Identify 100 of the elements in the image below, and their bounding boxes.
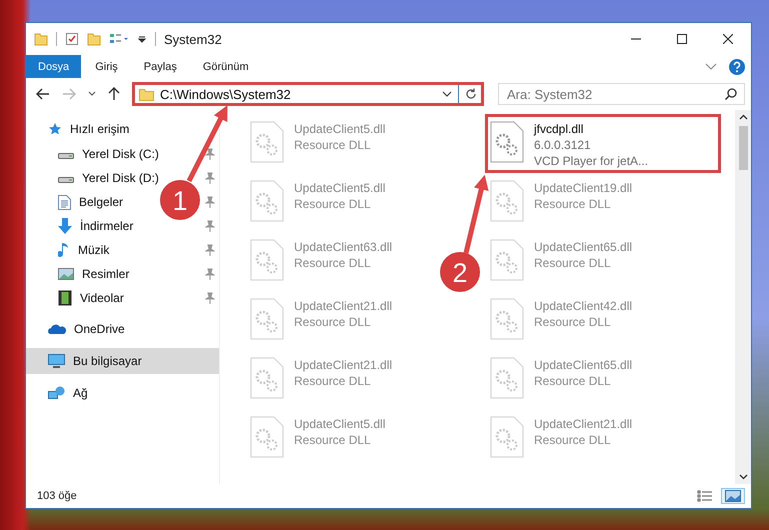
file-detail: Resource DLL	[534, 373, 612, 389]
file-name: UpdateClient21.dll	[294, 357, 392, 373]
sidebar-label: Belgeler	[79, 195, 124, 209]
pin-icon[interactable]	[205, 172, 215, 184]
file-gears-icon	[490, 298, 524, 340]
file-name: UpdateClient5.dll	[294, 180, 386, 196]
file-gears-icon	[490, 239, 524, 281]
file-name: UpdateClient21.dll	[534, 416, 632, 432]
film-icon	[58, 290, 72, 306]
sidebar-item[interactable]: Belgeler	[58, 190, 128, 214]
scrollbar[interactable]	[735, 110, 751, 484]
sidebar-item[interactable]: Ağ	[26, 380, 219, 406]
monitor-icon	[48, 354, 65, 368]
help-icon[interactable]	[729, 58, 745, 74]
file-gears-icon	[250, 298, 284, 340]
up-arrow-icon[interactable]	[108, 87, 120, 101]
file-gears-icon	[250, 357, 284, 399]
file-gears-icon	[490, 416, 524, 458]
refresh-icon[interactable]	[465, 88, 477, 100]
maximize-icon	[677, 34, 687, 44]
large-icons-view-button[interactable]	[721, 488, 745, 504]
back-arrow-icon[interactable]	[36, 88, 50, 100]
file-name: UpdateClient42.dll	[534, 298, 632, 314]
cloud-icon	[48, 323, 66, 335]
file-detail: Resource DLL	[294, 137, 372, 153]
sidebar-label: Videolar	[80, 291, 124, 305]
file-item[interactable]: jfvcdpl.dll 6.0.0.3121 VCD Player for jetA...	[485, 114, 722, 173]
pin-icon[interactable]	[205, 292, 215, 304]
pin-icon[interactable]	[205, 148, 215, 160]
file-name: UpdateClient5.dll	[294, 121, 386, 137]
sidebar-label: Ağ	[73, 386, 88, 400]
file-detail: 6.0.0.3121	[534, 137, 592, 153]
file-name: UpdateClient65.dll	[534, 357, 632, 373]
file-detail: VCD Player for jetA...	[534, 153, 648, 169]
file-name: UpdateClient63.dll	[294, 239, 392, 255]
search-icon[interactable]	[725, 88, 737, 100]
pin-icon[interactable]	[205, 220, 215, 232]
document-icon	[58, 194, 71, 210]
file-gears-icon	[250, 121, 284, 163]
numbered-callout: 1	[160, 105, 228, 220]
sidebar-item[interactable]: Bu bilgisayar	[26, 348, 219, 374]
sidebar-label: İndirmeler	[80, 219, 134, 233]
properties-icon[interactable]	[65, 32, 79, 46]
file-name: UpdateClient21.dll	[294, 298, 392, 314]
pin-icon[interactable]	[205, 268, 215, 280]
sidebar-label: Yerel Disk (C:)	[82, 147, 159, 161]
file-detail: Resource DLL	[294, 255, 372, 271]
list-icon	[697, 490, 713, 502]
sidebar-label: Resimler	[82, 267, 130, 281]
pin-icon[interactable]	[205, 244, 215, 256]
sidebar-item[interactable]: Videolar	[58, 286, 128, 310]
sidebar-label: Bu bilgisayar	[73, 354, 142, 368]
window-title: System32	[164, 32, 222, 46]
sidebar-item[interactable]: Resimler	[58, 262, 134, 286]
file-gears-icon	[250, 239, 284, 281]
file-detail: Resource DLL	[534, 432, 612, 448]
file-detail: Resource DLL	[294, 373, 372, 389]
star-icon	[48, 122, 62, 136]
chevron-up-icon[interactable]	[738, 114, 748, 120]
folder-icon	[139, 88, 154, 100]
search-field[interactable]: Ara: System32	[498, 83, 745, 105]
view-options-icon[interactable]	[109, 32, 129, 46]
down-arrow-icon	[58, 218, 72, 234]
ribbon-tab[interactable]: Paylaş	[132, 55, 189, 78]
file-detail: Resource DLL	[294, 196, 372, 212]
close-icon	[723, 34, 733, 44]
address-field[interactable]: C:\Windows\System32	[132, 82, 484, 106]
file-name: UpdateClient65.dll	[534, 239, 632, 255]
file-detail: Resource DLL	[534, 255, 612, 271]
file-name: UpdateClient5.dll	[294, 416, 386, 432]
file-gears-icon	[490, 357, 524, 399]
ribbon-tab[interactable]: Görünüm	[190, 55, 261, 78]
chevron-down-icon[interactable]	[442, 91, 452, 97]
scrollbar-thumb[interactable]	[738, 126, 748, 170]
sidebar-item[interactable]: Yerel Disk (C:)	[58, 142, 163, 166]
picture-icon	[725, 490, 741, 502]
ribbon-tab[interactable]: Giriş	[83, 55, 130, 78]
sidebar-item[interactable]: Yerel Disk (D:)	[58, 166, 163, 190]
sidebar-item[interactable]: Müzik	[58, 238, 114, 262]
file-gears-icon	[250, 180, 284, 222]
file-gears-icon	[490, 180, 524, 222]
file-gears-icon	[250, 416, 284, 458]
chevron-down-icon[interactable]	[738, 474, 748, 480]
music-note-icon	[58, 242, 70, 258]
file-detail: Resource DLL	[294, 314, 372, 330]
file-detail: Resource DLL	[534, 196, 612, 212]
sidebar-item[interactable]: İndirmeler	[58, 214, 138, 238]
sidebar-label: Müzik	[78, 243, 110, 257]
sidebar-item[interactable]: OneDrive	[26, 316, 219, 342]
sidebar-label: OneDrive	[74, 322, 125, 336]
pin-icon[interactable]	[205, 196, 215, 208]
file-detail: Resource DLL	[294, 432, 372, 448]
sidebar-label: Yerel Disk (D:)	[82, 171, 159, 185]
file-detail: Resource DLL	[534, 314, 612, 330]
file-name: jfvcdpl.dll	[534, 121, 584, 137]
ribbon-tab[interactable]: Dosya	[26, 55, 82, 78]
address-path: C:\Windows\System32	[160, 86, 292, 102]
chevron-down-icon[interactable]	[88, 91, 96, 97]
sidebar-label: Hızlı erişim	[70, 122, 130, 136]
picture-icon	[58, 268, 74, 280]
